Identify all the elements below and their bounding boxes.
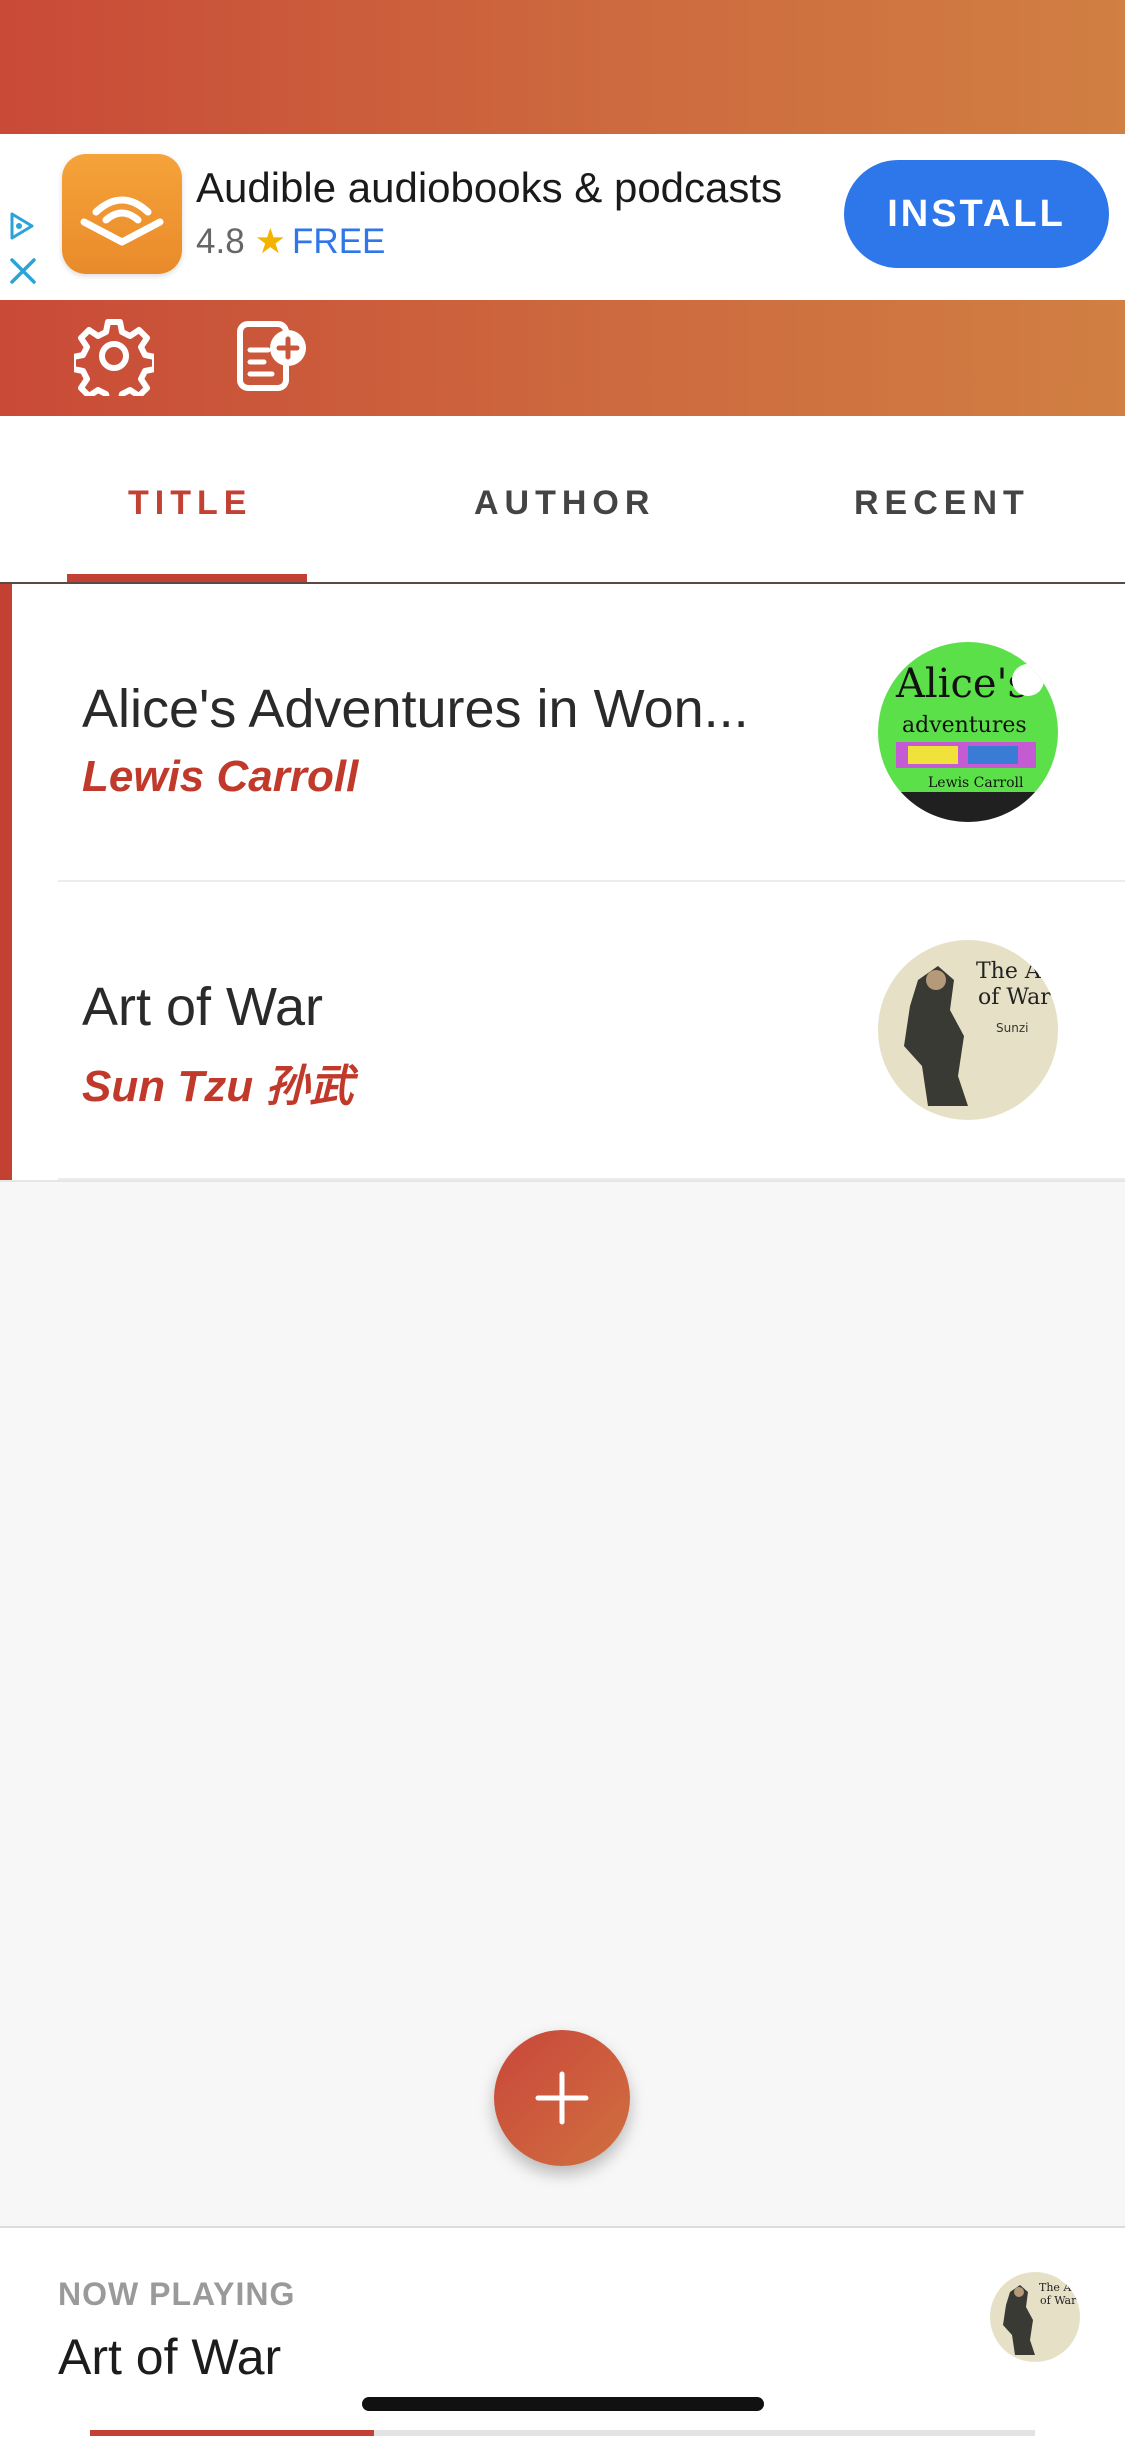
ad-rating-value: 4.8 [196,222,245,261]
playback-progress-fill [90,2430,374,2436]
list-accent-bar [0,584,12,1180]
now-playing-title: Art of War [58,2329,282,2385]
playback-progress-bar[interactable] [90,2430,1035,2436]
book-author: Sun Tzu 孙武 [82,1062,354,1111]
list-item[interactable]: Alice's Adventures in Won... Lewis Carro… [12,584,1125,882]
now-playing-cover[interactable]: The A of War [990,2272,1080,2362]
tab-title[interactable]: TITLE [128,484,252,523]
svg-text:Lewis Carroll: Lewis Carroll [928,775,1024,791]
book-title: Alice's Adventures in Won... [82,679,749,739]
install-button[interactable]: INSTALL [844,160,1109,268]
list-bottom-divider [0,1180,1125,1182]
ad-choices-icon[interactable] [6,210,38,242]
book-cover: The A of War Sunzi [878,940,1058,1120]
tab-recent[interactable]: RECENT [854,484,1030,523]
toolbar [0,300,1125,416]
tab-indicator [67,574,307,582]
plus-icon [535,2071,589,2125]
book-title: Art of War [82,977,324,1037]
gear-icon[interactable] [74,316,154,396]
tab-bar: TITLE AUTHOR RECENT [0,416,1125,584]
close-icon[interactable] [8,256,38,286]
ad-rating-row: 4.8 ★ FREE [196,222,385,262]
ad-title[interactable]: Audible audiobooks & podcasts [196,164,782,212]
book-author: Lewis Carroll [82,752,359,801]
ad-price: FREE [292,222,386,261]
home-indicator [362,2397,764,2411]
star-icon: ★ [254,222,287,261]
svg-text:of War: of War [978,985,1051,1010]
svg-text:The A: The A [976,959,1042,984]
book-cover: Alice's adventures Lewis Carroll [878,642,1058,822]
svg-text:Sunzi: Sunzi [996,1021,1028,1035]
svg-text:Alice's: Alice's [895,661,1028,707]
now-playing-label: NOW PLAYING [58,2276,296,2312]
svg-text:The A: The A [1039,2281,1072,2294]
add-button[interactable] [494,2030,630,2166]
tab-author[interactable]: AUTHOR [474,484,655,523]
list-item[interactable]: Art of War Sun Tzu 孙武 The A of War Sunzi [12,882,1125,1180]
status-bar [0,0,1125,134]
svg-text:adventures: adventures [902,713,1027,738]
svg-text:of War: of War [1040,2294,1077,2307]
add-document-icon[interactable] [232,316,312,396]
audible-app-icon[interactable] [62,154,182,274]
